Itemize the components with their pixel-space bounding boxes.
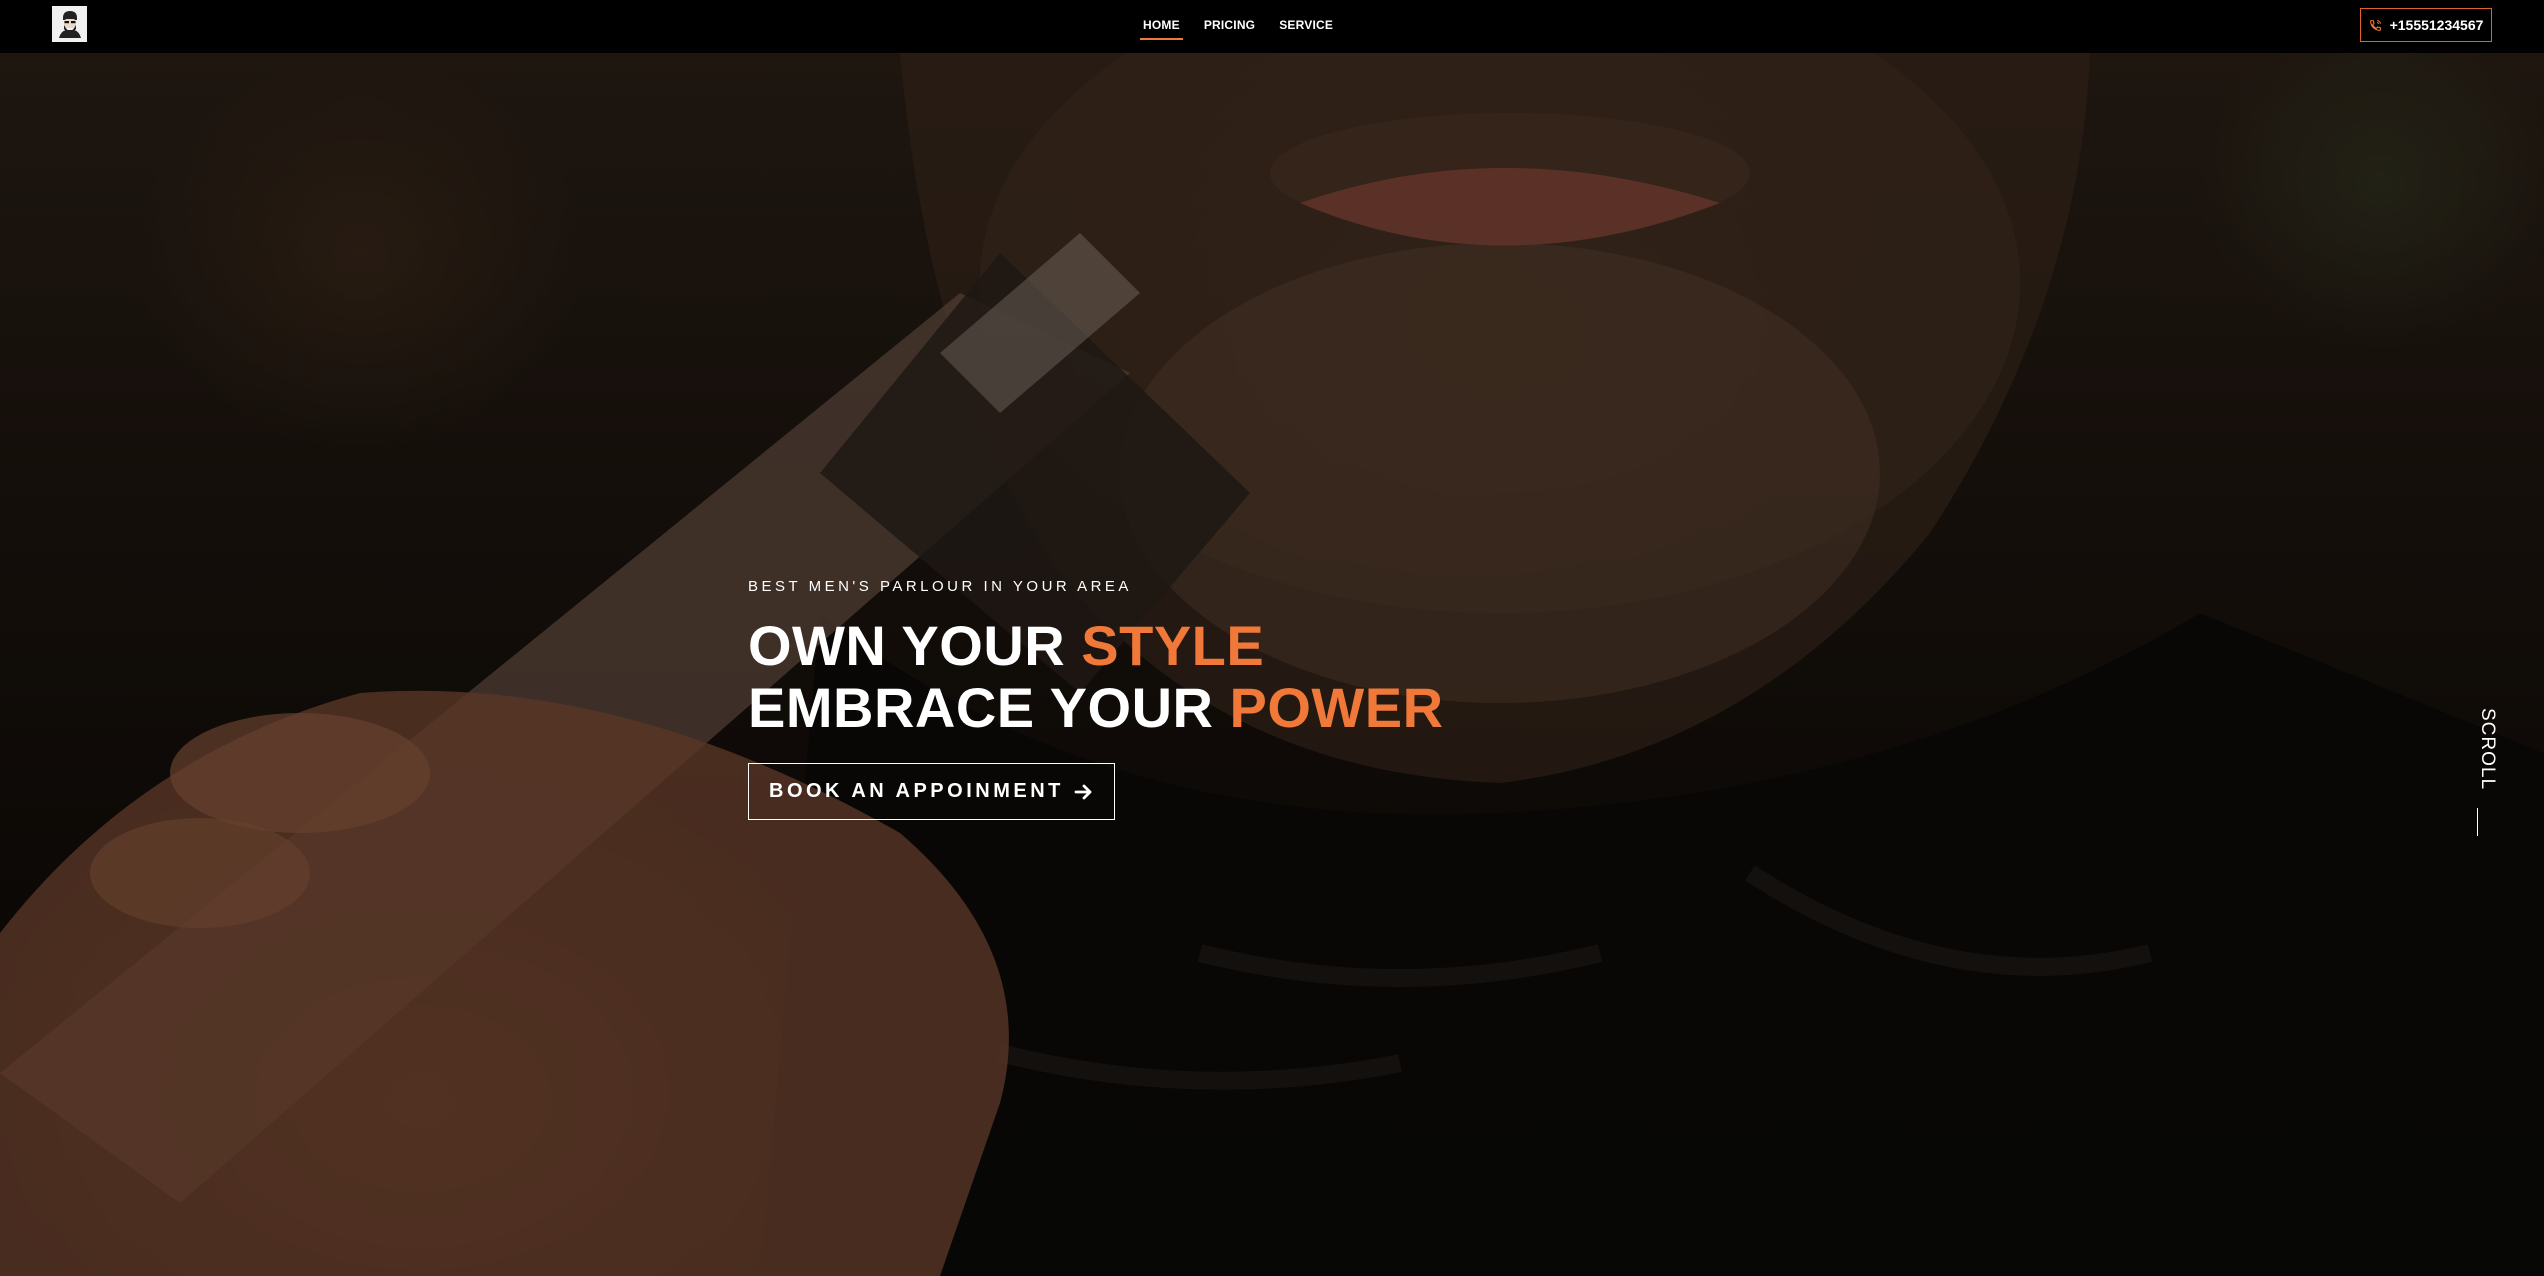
scroll-indicator[interactable]: SCROLL — [2476, 708, 2500, 837]
main-nav: HOME PRICING SERVICE — [1140, 13, 1336, 40]
arrow-right-icon — [1074, 783, 1094, 801]
phone-number: +15551234567 — [2389, 17, 2484, 33]
hero-eyebrow: BEST MEN'S PARLOUR IN YOUR AREA — [748, 578, 1132, 595]
scroll-label: SCROLL — [2477, 708, 2498, 791]
book-appointment-button[interactable]: BOOK AN APPOINMENT — [748, 763, 1115, 820]
hero-section: BEST MEN'S PARLOUR IN YOUR AREA OWN YOUR… — [0, 53, 2544, 1276]
headline-line-2: EMBRACE YOUR POWER — [748, 676, 1444, 739]
headline-line-2-accent: POWER — [1229, 676, 1444, 739]
headline-line-1: OWN YOUR STYLE — [748, 614, 1264, 677]
page: HOME PRICING SERVICE +15551234567 BEST M… — [0, 0, 2544, 1276]
headline-line-1-accent: STYLE — [1081, 614, 1265, 677]
headline-line-1-text: OWN YOUR — [748, 614, 1082, 677]
book-appointment-label: BOOK AN APPOINMENT — [769, 780, 1064, 802]
hero-content: BEST MEN'S PARLOUR IN YOUR AREA OWN YOUR… — [748, 578, 1444, 820]
top-navbar: HOME PRICING SERVICE +15551234567 — [0, 0, 2544, 53]
nav-pricing[interactable]: PRICING — [1201, 13, 1258, 37]
headline-line-2-text: EMBRACE YOUR — [748, 676, 1230, 739]
hero-headline: OWN YOUR STYLE EMBRACE YOUR POWER — [748, 615, 1444, 739]
nav-service[interactable]: SERVICE — [1276, 13, 1336, 37]
phone-icon — [2369, 19, 2382, 32]
phone-button[interactable]: +15551234567 — [2360, 8, 2492, 42]
bearded-man-logo-icon — [58, 11, 81, 38]
logo[interactable] — [52, 6, 87, 42]
scroll-line — [2477, 808, 2478, 837]
nav-home[interactable]: HOME — [1140, 13, 1183, 40]
